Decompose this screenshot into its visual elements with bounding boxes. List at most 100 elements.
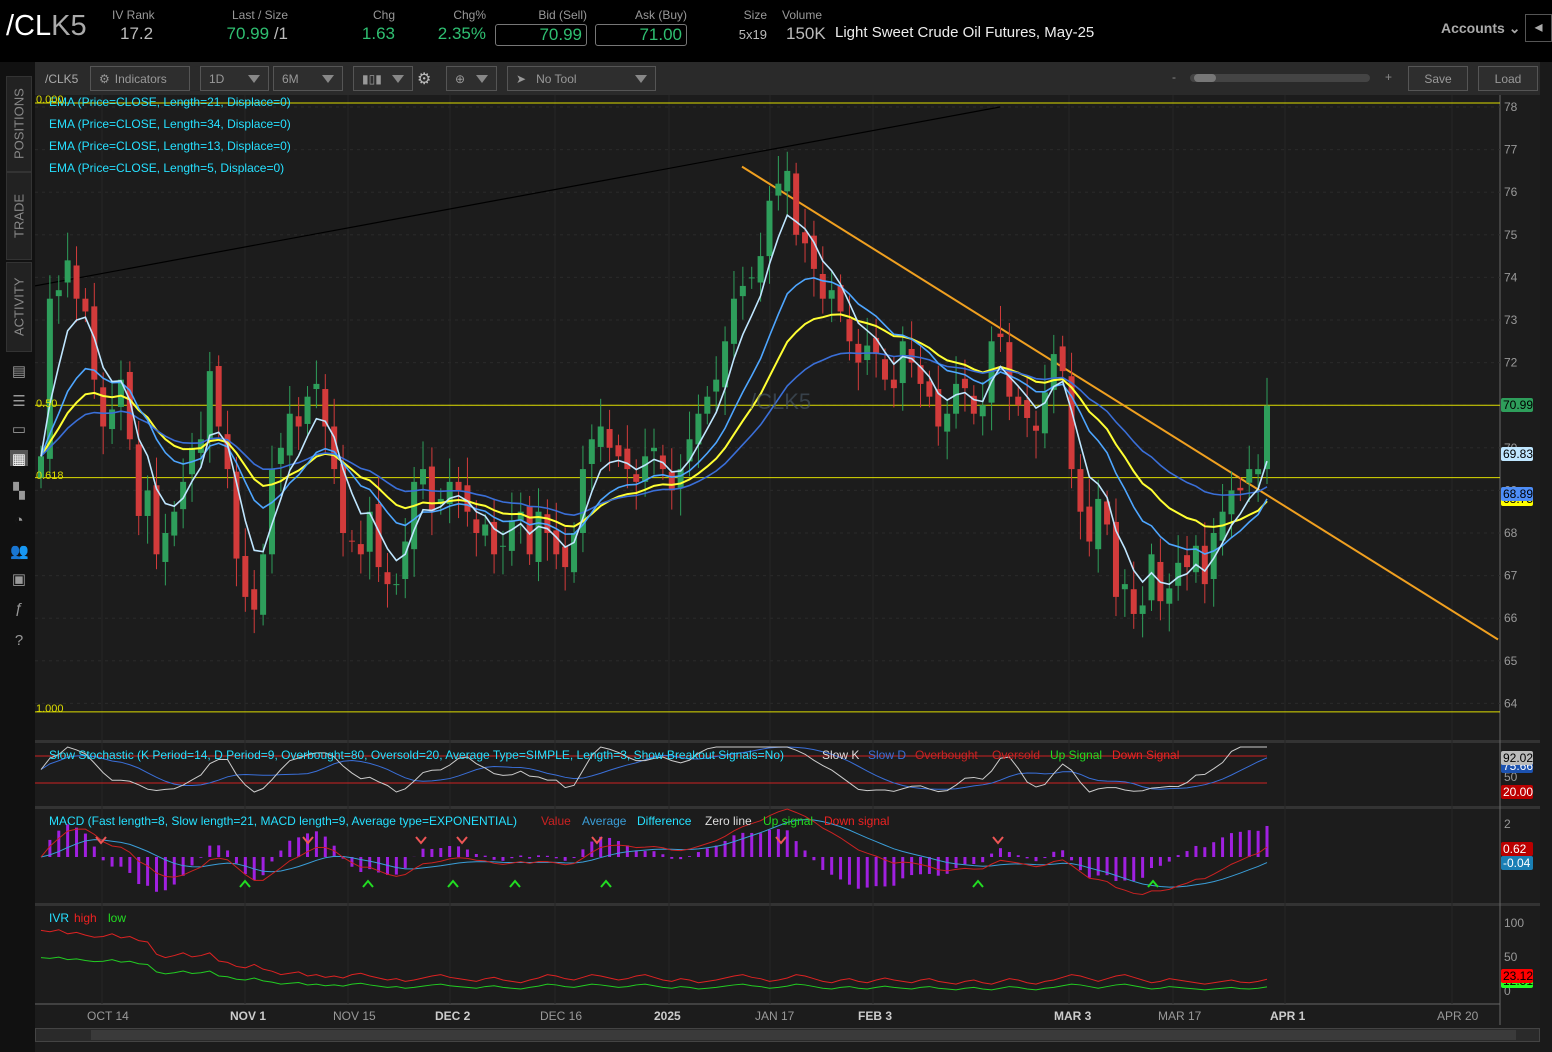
price-tick: 77 bbox=[1504, 143, 1518, 157]
candle-down bbox=[615, 445, 621, 456]
candle-up bbox=[305, 397, 311, 424]
candle-down bbox=[607, 429, 613, 448]
ema13-price-label: 68.89 bbox=[1503, 487, 1533, 501]
gear-icon[interactable]: ⚙ bbox=[417, 69, 431, 89]
candle-up bbox=[651, 448, 657, 451]
candle-up bbox=[980, 405, 986, 416]
scrollbar-thumb[interactable] bbox=[91, 1030, 1516, 1040]
candle-up bbox=[749, 277, 755, 278]
candle-down bbox=[624, 449, 630, 469]
ema5-price-label: 69.83 bbox=[1503, 447, 1533, 461]
candle-down bbox=[384, 572, 390, 584]
candle-up bbox=[944, 414, 950, 432]
gauge-icon[interactable]: ◔ bbox=[10, 512, 28, 528]
candle-down bbox=[882, 359, 888, 379]
candle-down bbox=[1024, 400, 1030, 418]
candle-up bbox=[171, 512, 177, 536]
price-tick: 68 bbox=[1504, 526, 1518, 540]
last-size: /1 bbox=[274, 24, 288, 43]
stoch-legend: Slow Stochastic (K Period=14, D Period=9… bbox=[49, 748, 784, 762]
candle-down bbox=[1131, 589, 1137, 614]
date-tick: MAR 3 bbox=[1054, 1009, 1092, 1023]
candle-up bbox=[65, 260, 71, 282]
tab-activity[interactable]: ACTIVITY bbox=[6, 262, 32, 352]
candle-up bbox=[1166, 588, 1172, 603]
right-frame bbox=[1540, 62, 1552, 1052]
chgpct-label: Chg% bbox=[432, 8, 486, 22]
indicators-button[interactable]: ⚙Indicators bbox=[90, 66, 190, 91]
list-icon[interactable]: ☰ bbox=[10, 392, 28, 408]
chart-icon[interactable]: ▦ bbox=[10, 450, 28, 466]
zoom-out-button[interactable]: - bbox=[1172, 70, 1176, 84]
pane-separator bbox=[35, 740, 1540, 743]
candle-up bbox=[145, 490, 151, 516]
cursor-icon: ➤ bbox=[516, 72, 526, 86]
stoch-overbought: Overbought bbox=[915, 748, 978, 762]
macd-zero-legend: Zero line bbox=[705, 814, 752, 828]
save-button[interactable]: Save bbox=[1408, 66, 1468, 91]
candle-down bbox=[349, 541, 355, 542]
bid-button[interactable]: 70.99 bbox=[495, 24, 587, 46]
symbol-title[interactable]: /CLK5 bbox=[6, 10, 87, 43]
date-tick: OCT 14 bbox=[87, 1009, 129, 1023]
zoom-slider-thumb[interactable] bbox=[1194, 74, 1216, 82]
candle-up bbox=[1140, 605, 1146, 614]
macd-down-legend: Down signal bbox=[824, 814, 889, 828]
candle-down bbox=[846, 319, 852, 341]
candle-down bbox=[1033, 426, 1039, 431]
chart-area[interactable]: /CLK5 EMA (Price=CLOSE, Length=21, Displ… bbox=[35, 95, 1540, 1052]
candle-down bbox=[153, 485, 159, 554]
range-select[interactable]: 6M bbox=[273, 66, 343, 91]
size-label: Size bbox=[735, 8, 767, 22]
drawing-set-select[interactable]: ⊕ bbox=[446, 66, 497, 91]
candle-down bbox=[962, 379, 968, 388]
tool-select[interactable]: ➤No Tool bbox=[507, 66, 656, 91]
quote-header: /CLK5 IV Rank17.2 Last / Size70.99 /1 Ch… bbox=[0, 0, 1552, 60]
ema5-legend: EMA (Price=CLOSE, Length=5, Displace=0) bbox=[49, 161, 284, 175]
news-icon[interactable]: ▤ bbox=[10, 362, 28, 378]
zoom-in-button[interactable]: + bbox=[1385, 70, 1392, 84]
tab-positions[interactable]: POSITIONS bbox=[6, 76, 32, 172]
horizontal-scrollbar[interactable] bbox=[35, 1028, 1540, 1042]
macd-average-legend: Average bbox=[582, 814, 627, 828]
date-tick: APR 1 bbox=[1270, 1009, 1306, 1023]
ask-button[interactable]: 71.00 bbox=[595, 24, 687, 46]
price-tick: 65 bbox=[1504, 654, 1518, 668]
ema34-legend: EMA (Price=CLOSE, Length=34, Displace=0) bbox=[49, 117, 291, 131]
ivr-low-legend: low bbox=[108, 911, 126, 925]
grid-icon[interactable]: ▚ bbox=[10, 482, 28, 498]
people-icon[interactable]: 👥 bbox=[10, 542, 28, 558]
candle-up bbox=[784, 171, 790, 191]
candle-down bbox=[820, 274, 826, 299]
collapse-arrow-icon[interactable]: ◂ bbox=[1525, 14, 1552, 42]
aggregation-value: 1D bbox=[209, 72, 224, 86]
date-tick: FEB 3 bbox=[858, 1009, 892, 1023]
aggregation-select[interactable]: 1D bbox=[200, 66, 269, 91]
candle-up bbox=[900, 341, 906, 383]
tv-icon[interactable]: ▭ bbox=[10, 420, 28, 436]
candle-up bbox=[642, 456, 648, 482]
macd-average-label: -0.04 bbox=[1503, 856, 1531, 870]
tab-trade[interactable]: TRADE bbox=[6, 172, 32, 260]
zoom-slider[interactable] bbox=[1190, 74, 1370, 82]
chart-style-select[interactable]: ▮▯▮ bbox=[353, 66, 413, 91]
accounts-menu[interactable]: Accounts ⌄ bbox=[1441, 20, 1520, 37]
volume-label: Volume bbox=[782, 8, 826, 22]
candle-down bbox=[251, 589, 257, 609]
candle-up bbox=[1122, 584, 1128, 589]
candle-down bbox=[82, 299, 88, 312]
candle-up bbox=[713, 380, 719, 392]
candle-up bbox=[509, 520, 515, 551]
candle-down bbox=[358, 544, 364, 554]
calendar-icon[interactable]: ▣ bbox=[10, 570, 28, 586]
load-button[interactable]: Load bbox=[1478, 66, 1538, 91]
fib-1-label: 1.000 bbox=[36, 703, 64, 715]
fx-icon[interactable]: ƒ bbox=[10, 600, 28, 616]
candle-up bbox=[731, 299, 737, 344]
stoch-upsignal: Up Signal bbox=[1050, 748, 1102, 762]
candle-down bbox=[669, 472, 675, 491]
price-tick: 78 bbox=[1504, 100, 1518, 114]
price-tick: 66 bbox=[1504, 611, 1518, 625]
help-icon[interactable]: ? bbox=[10, 632, 28, 648]
chg-value: 1.63 bbox=[355, 24, 395, 44]
